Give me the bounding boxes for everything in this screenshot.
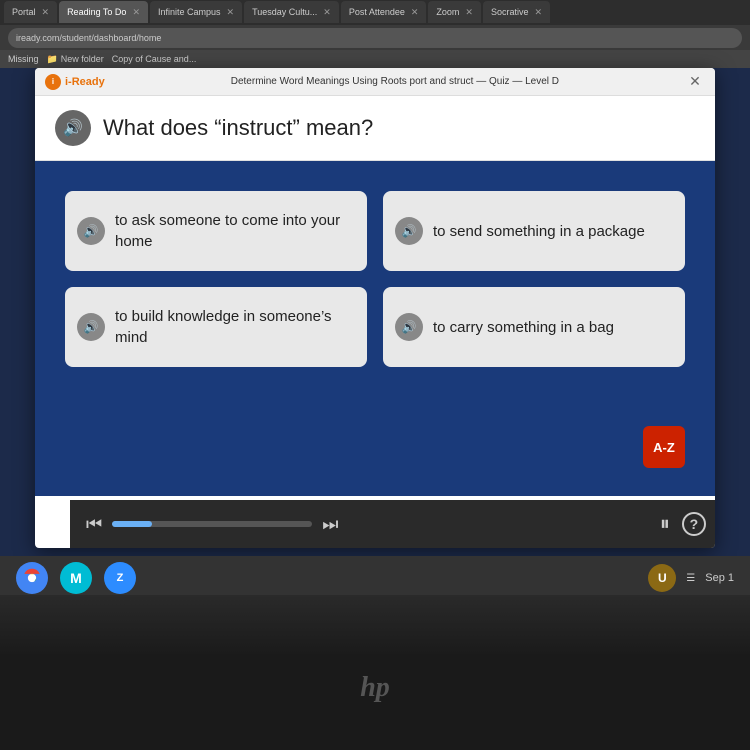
chrome-icon[interactable] <box>16 562 48 594</box>
answer-card-d[interactable]: 🔊 to carry something in a bag <box>383 287 685 367</box>
answer-text-b: to send something in a package <box>433 221 645 242</box>
tab-close-icon[interactable]: ✕ <box>42 7 50 18</box>
tab-close-icon[interactable]: ✕ <box>465 7 473 18</box>
taskbar: M Z U ☰ Sep 1 <box>0 556 750 600</box>
tab-close-icon[interactable]: ✕ <box>132 7 140 18</box>
browser-chrome: Portal ✕ Reading To Do ✕ Infinite Campus… <box>0 0 750 68</box>
menu-icon[interactable]: ☰ <box>686 573 695 584</box>
skip-forward-button[interactable]: ⏭ <box>322 514 338 535</box>
answer-text-c: to build knowledge in someone’s mind <box>115 306 351 348</box>
user-avatar[interactable]: U <box>648 564 676 592</box>
zoom-icon[interactable]: Z <box>104 562 136 594</box>
media-right: ⏸ ? ⚙ <box>660 512 715 536</box>
meet-icon[interactable]: M <box>60 562 92 594</box>
tab-close-icon[interactable]: ✕ <box>411 7 419 18</box>
window-close-button[interactable]: ✕ <box>685 73 705 90</box>
media-left: ⏮ ⏭ <box>86 514 338 535</box>
bookmark-new-folder[interactable]: 📁 New folder <box>47 54 104 65</box>
window-titlebar: i i-Ready Determine Word Meanings Using … <box>35 68 715 96</box>
tab-tuesday[interactable]: Tuesday Cultu... ✕ <box>244 1 339 23</box>
answer-card-c[interactable]: 🔊 to build knowledge in someone’s mind <box>65 287 367 367</box>
address-bar-row <box>0 25 750 50</box>
tab-infinite-campus[interactable]: Infinite Campus ✕ <box>150 1 242 23</box>
pause-button[interactable]: ⏸ <box>660 513 670 536</box>
progress-bar[interactable] <box>112 521 312 527</box>
window-title: Determine Word Meanings Using Roots port… <box>105 76 685 87</box>
iready-logo: i i-Ready <box>45 74 105 90</box>
tab-close-icon[interactable]: ✕ <box>227 7 235 18</box>
tab-bar: Portal ✕ Reading To Do ✕ Infinite Campus… <box>0 0 750 25</box>
progress-bar-fill <box>112 521 152 527</box>
tab-post[interactable]: Post Attendee ✕ <box>341 1 427 23</box>
answer-card-a[interactable]: 🔊 to ask someone to come into your home <box>65 191 367 271</box>
bookmarks-bar: Missing 📁 New folder Copy of Cause and..… <box>0 50 750 68</box>
answer-card-b[interactable]: 🔊 to send something in a package <box>383 191 685 271</box>
tab-socrative[interactable]: Socrative ✕ <box>483 1 550 23</box>
content-area: 🔊 to ask someone to come into your home … <box>35 161 715 496</box>
bookmark-copy[interactable]: Copy of Cause and... <box>112 54 197 64</box>
question-speaker-button[interactable]: 🔊 <box>55 110 91 146</box>
tab-close-icon[interactable]: ✕ <box>323 7 331 18</box>
taskbar-right: U ☰ Sep 1 <box>648 564 734 592</box>
taskbar-apps: M Z <box>16 562 136 594</box>
laptop-bottom: hp <box>0 595 750 750</box>
screen: Portal ✕ Reading To Do ✕ Infinite Campus… <box>0 0 750 600</box>
bottom-area: A-Z <box>65 418 685 476</box>
tab-portal[interactable]: Portal ✕ <box>4 1 57 23</box>
hp-logo: hp <box>360 672 390 704</box>
answer-speaker-d[interactable]: 🔊 <box>395 313 423 341</box>
az-button[interactable]: A-Z <box>643 426 685 468</box>
answer-text-d: to carry something in a bag <box>433 317 614 338</box>
answer-speaker-a[interactable]: 🔊 <box>77 217 105 245</box>
skip-back-button[interactable]: ⏮ <box>86 514 102 535</box>
answer-speaker-b[interactable]: 🔊 <box>395 217 423 245</box>
tab-zoom[interactable]: Zoom ✕ <box>428 1 481 23</box>
answer-text-a: to ask someone to come into your home <box>115 210 351 252</box>
taskbar-time: Sep 1 <box>705 572 734 584</box>
address-input[interactable] <box>8 28 742 48</box>
answer-speaker-c[interactable]: 🔊 <box>77 313 105 341</box>
media-controls: ⏮ ⏭ ⏸ ? ⚙ <box>70 500 715 548</box>
iready-logo-icon: i <box>45 74 61 90</box>
question-header: 🔊 What does “instruct” mean? <box>35 96 715 161</box>
iready-window: i i-Ready Determine Word Meanings Using … <box>35 68 715 548</box>
answer-grid: 🔊 to ask someone to come into your home … <box>65 191 685 367</box>
bookmark-missing[interactable]: Missing <box>8 54 39 64</box>
question-text: What does “instruct” mean? <box>103 115 373 141</box>
tab-reading[interactable]: Reading To Do ✕ <box>59 1 148 23</box>
help-button[interactable]: ? <box>682 512 706 536</box>
tab-close-icon[interactable]: ✕ <box>535 7 543 18</box>
